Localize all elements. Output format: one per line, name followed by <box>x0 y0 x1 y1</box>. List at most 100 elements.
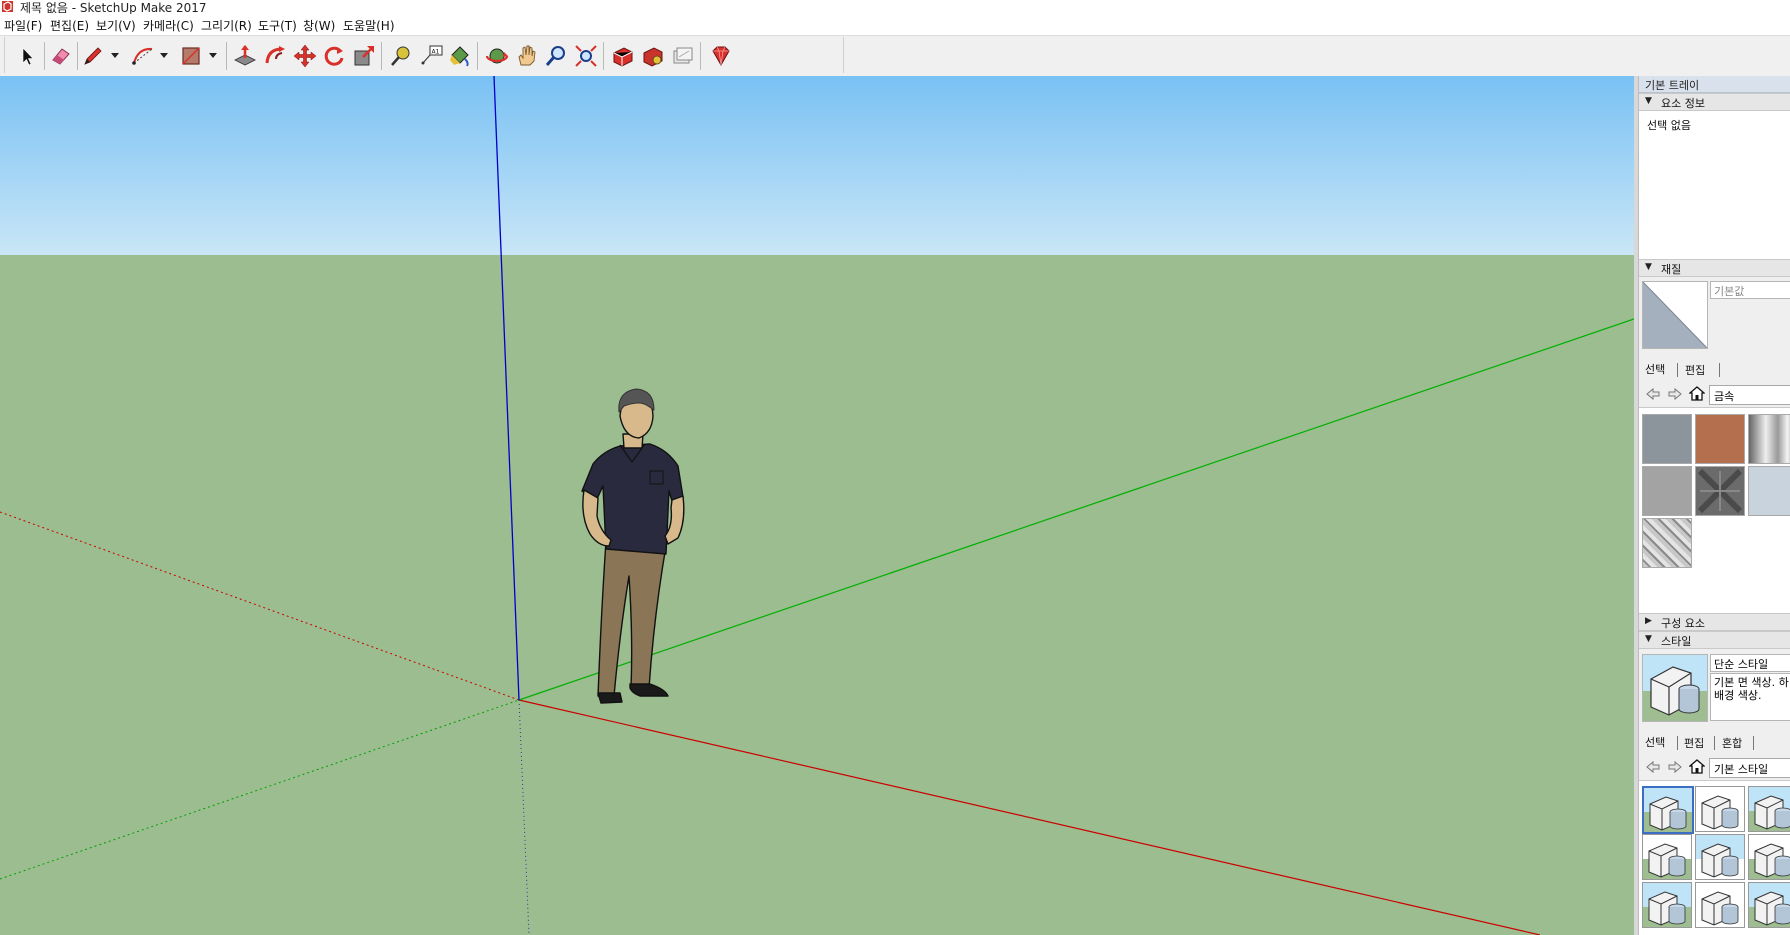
style-thumbnail[interactable] <box>1695 834 1745 880</box>
tab-materials-edit[interactable]: 편집 <box>1685 362 1705 378</box>
home-icon[interactable] <box>1689 385 1705 401</box>
sky <box>0 76 1634 255</box>
chevron-down-icon[interactable] <box>207 50 219 60</box>
menu-draw[interactable]: 그리기(R) <box>201 17 252 34</box>
style-thumbnail[interactable] <box>1642 834 1692 880</box>
metal-gray-swatch[interactable] <box>1642 414 1692 464</box>
style-preview[interactable] <box>1642 654 1708 722</box>
menu-edit[interactable]: 편집(E) <box>50 17 89 34</box>
default-tray: 기본 트레이 ▼ 요소 정보 선택 없음 ▼ 재질 기본값 선택 편집 금속 ▶… <box>1638 76 1790 935</box>
zoom-extents-icon[interactable] <box>573 43 599 69</box>
menu-view[interactable]: 보기(V) <box>96 17 136 34</box>
paint-bucket-icon[interactable] <box>447 43 473 69</box>
metal-blue-gray-swatch[interactable] <box>1748 466 1790 516</box>
tab-separator <box>1714 736 1715 750</box>
back-arrow-icon[interactable] <box>1645 759 1661 775</box>
toolbar-separator <box>44 42 45 70</box>
style-thumbnail[interactable] <box>1642 786 1694 834</box>
components-title: 구성 요소 <box>1661 617 1705 630</box>
push-pull-icon[interactable] <box>232 43 258 69</box>
toolbar-separator <box>477 42 478 70</box>
style-name-input[interactable]: 단순 스타일 <box>1710 654 1790 672</box>
tab-separator <box>1677 363 1678 377</box>
menu-tools[interactable]: 도구(T) <box>258 17 297 34</box>
ruby-extension-icon[interactable] <box>707 43 733 69</box>
collapse-triangle-icon: ▼ <box>1645 96 1652 106</box>
sketchup-logo-icon <box>2 1 13 12</box>
pan-icon[interactable] <box>514 43 540 69</box>
3d-warehouse-icon[interactable] <box>610 43 636 69</box>
style-collection-value: 기본 스타일 <box>1714 763 1769 776</box>
components-header[interactable]: ▶ 구성 요소 <box>1639 613 1790 631</box>
pencil-line-icon[interactable] <box>80 43 106 69</box>
follow-me-icon[interactable] <box>262 43 288 69</box>
tab-materials-select[interactable]: 선택 <box>1645 361 1665 377</box>
style-thumbnail[interactable] <box>1748 786 1790 832</box>
style-thumbnail[interactable] <box>1695 786 1745 832</box>
style-thumbnail[interactable] <box>1748 882 1790 928</box>
ground <box>0 255 1634 935</box>
material-collection-value: 금속 <box>1714 390 1735 403</box>
text-label-icon[interactable]: A1 <box>419 43 445 69</box>
material-collection-select[interactable]: 금속 <box>1709 385 1790 405</box>
style-thumbnail[interactable] <box>1748 834 1790 880</box>
rotate-icon[interactable] <box>321 43 347 69</box>
layout-icon[interactable] <box>670 43 696 69</box>
tab-separator <box>1753 736 1754 750</box>
tab-separator <box>1677 736 1678 750</box>
scale-icon[interactable] <box>351 43 377 69</box>
menu-file[interactable]: 파일(F) <box>4 17 42 34</box>
orbit-icon[interactable] <box>484 43 510 69</box>
toolbar-separator <box>700 42 701 70</box>
model-viewport[interactable] <box>0 76 1634 935</box>
select-icon[interactable] <box>14 43 40 69</box>
scene-canvas[interactable] <box>0 76 1634 935</box>
style-thumbnail[interactable] <box>1695 882 1745 928</box>
menu-window[interactable]: 창(W) <box>303 17 335 34</box>
menu-camera[interactable]: 카메라(C) <box>143 17 194 34</box>
forward-arrow-icon[interactable] <box>1667 759 1683 775</box>
zoom-icon[interactable] <box>543 43 569 69</box>
title-bar: 제목 없음 - SketchUp Make 2017 <box>0 0 1790 15</box>
svg-text:A1: A1 <box>432 49 440 56</box>
style-preview-thumb <box>1643 666 1707 721</box>
tab-styles-edit[interactable]: 편집 <box>1684 735 1704 751</box>
forward-arrow-icon[interactable] <box>1667 386 1683 402</box>
pattern-x-graphic <box>1697 468 1743 514</box>
entity-info-header[interactable]: ▼ 요소 정보 <box>1639 93 1790 111</box>
style-collection-select[interactable]: 기본 스타일 <box>1709 758 1790 778</box>
metal-diamond-plate-swatch[interactable] <box>1642 518 1692 568</box>
entity-info-text: 선택 없음 <box>1647 119 1691 132</box>
eraser-icon[interactable] <box>48 43 74 69</box>
tab-styles-select[interactable]: 선택 <box>1645 734 1665 750</box>
tab-separator <box>1719 363 1720 377</box>
extension-warehouse-icon[interactable] <box>640 43 666 69</box>
metal-light-gray-swatch[interactable] <box>1642 466 1692 516</box>
style-thumbnail[interactable] <box>1642 882 1692 928</box>
move-icon[interactable] <box>292 43 318 69</box>
entity-info-title: 요소 정보 <box>1661 97 1705 110</box>
metal-pattern-swatch[interactable] <box>1695 466 1745 516</box>
materials-header[interactable]: ▼ 재질 <box>1639 259 1790 277</box>
menu-help[interactable]: 도움말(H) <box>343 17 395 34</box>
material-preview[interactable] <box>1642 281 1708 349</box>
home-icon[interactable] <box>1689 758 1705 774</box>
toolbar-separator <box>603 42 604 70</box>
style-name-value: 단순 스타일 <box>1714 658 1769 671</box>
chevron-down-icon[interactable] <box>158 50 170 60</box>
styles-header[interactable]: ▼ 스타일 <box>1639 631 1790 649</box>
rectangle-icon[interactable] <box>178 43 204 69</box>
chevron-down-icon[interactable] <box>109 50 121 60</box>
tab-styles-mix[interactable]: 혼합 <box>1722 735 1742 751</box>
tape-measure-icon[interactable] <box>388 43 414 69</box>
back-arrow-icon[interactable] <box>1645 386 1661 402</box>
metal-brushed-swatch[interactable] <box>1748 414 1790 464</box>
arc-icon[interactable] <box>130 43 156 69</box>
material-name-input[interactable]: 기본값 <box>1710 281 1790 299</box>
collapse-triangle-icon: ▼ <box>1645 634 1652 644</box>
menu-bar: 파일(F) 편집(E) 보기(V) 카메라(C) 그리기(R) 도구(T) 창(… <box>0 14 1790 34</box>
style-description-box[interactable]: 기본 면 색상. 하 배경 색상. <box>1710 673 1790 721</box>
style-description-text: 기본 면 색상. 하 배경 색상. <box>1714 676 1789 702</box>
expand-triangle-icon: ▶ <box>1645 616 1652 626</box>
metal-copper-swatch[interactable] <box>1695 414 1745 464</box>
